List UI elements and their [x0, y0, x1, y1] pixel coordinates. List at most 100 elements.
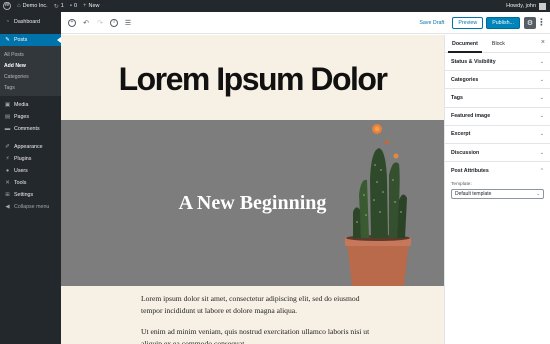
submenu-item-add-new[interactable]: Add New	[0, 60, 61, 71]
sidebar-item-label: Pages	[14, 114, 30, 120]
sidebar-item-label: Plugins	[14, 156, 32, 162]
sidebar-item-label: Tools	[14, 180, 27, 186]
panel-tags[interactable]: Tags ⌄	[445, 89, 550, 108]
sidebar-item-tools[interactable]: ✕ Tools	[0, 177, 61, 189]
pin-icon: ✎	[5, 37, 10, 43]
wordpress-icon	[3, 2, 11, 10]
template-select[interactable]: Default template ⌄	[451, 189, 544, 200]
media-icon: ▣	[4, 102, 11, 108]
collapse-label: Collapse menu	[14, 204, 50, 210]
panel-status-visibility[interactable]: Status & Visibility ⌄	[445, 53, 550, 72]
new-content-link[interactable]: + New	[80, 0, 103, 12]
plugin-icon: ⚡	[5, 156, 10, 162]
sidebar-item-label: Comments	[14, 126, 40, 132]
panel-excerpt[interactable]: Excerpt ⌄	[445, 126, 550, 144]
comments-count: 0	[73, 3, 77, 9]
sidebar-item-label: Media	[14, 102, 29, 108]
editor-toolbar: + ↶ ↷ i ☰ Save Draft Preview Publish... …	[61, 12, 550, 34]
template-value: Default template	[455, 191, 492, 198]
undo-icon: ↶	[83, 19, 89, 27]
section-title: Status & Visibility	[451, 58, 496, 65]
wp-logo-menu[interactable]	[0, 0, 14, 12]
tab-document[interactable]: Document	[445, 35, 485, 53]
sidebar-item-comments[interactable]: ▬ Comments	[0, 123, 61, 135]
chevron-down-icon: ⌄	[539, 131, 544, 138]
chevron-down-icon: ⌄	[539, 94, 544, 101]
panel-categories[interactable]: Categories ⌄	[445, 71, 550, 90]
add-block-button[interactable]: +	[67, 18, 77, 28]
list-icon: ☰	[124, 19, 132, 27]
gear-icon: ⚙	[526, 19, 534, 27]
section-title: Featured image	[451, 113, 491, 120]
users-icon: ●	[5, 168, 10, 174]
publish-button[interactable]: Publish...	[486, 16, 520, 29]
collapse-menu-button[interactable]: ◀ Collapse menu	[0, 201, 61, 213]
info-icon: i	[110, 18, 118, 27]
updates-link[interactable]: ↻ 1	[51, 0, 67, 12]
submenu-item-categories[interactable]: Categories	[0, 71, 61, 82]
block-navigation-button[interactable]: ☰	[123, 18, 133, 28]
pages-icon: ▤	[4, 114, 11, 120]
sidebar-item-users[interactable]: ● Users	[0, 165, 61, 177]
sidebar-item-label: Appearance	[14, 144, 43, 150]
sidebar-item-appearance[interactable]: ✐ Appearance	[0, 141, 61, 153]
sidebar-item-settings[interactable]: ⊞ Settings	[0, 189, 61, 201]
comments-icon: ▬	[4, 126, 11, 132]
dashboard-icon: ◔	[5, 19, 10, 25]
comments-link[interactable]: ▪ 0	[67, 0, 80, 12]
updates-icon: ↻	[53, 3, 59, 10]
settings-toggle-button[interactable]: ⚙	[524, 16, 536, 29]
submenu-item-tags[interactable]: Tags	[0, 82, 61, 93]
sidebar-item-label: Users	[14, 168, 28, 174]
redo-button[interactable]: ↷	[95, 18, 105, 28]
sidebar-item-dashboard[interactable]: ◔ Dashboard	[0, 16, 61, 28]
content-info-button[interactable]: i	[109, 18, 119, 28]
paragraph-block[interactable]: Lorem ipsum dolor sit amet, consectetur …	[141, 293, 371, 317]
tab-block[interactable]: Block	[485, 35, 512, 52]
panel-discussion[interactable]: Discussion ⌄	[445, 144, 550, 163]
greeting: Howdy, john	[506, 3, 536, 9]
sidebar-item-label: Dashboard	[14, 19, 40, 25]
cover-title[interactable]: A New Beginning	[61, 192, 444, 215]
paintbrush-icon: ✐	[5, 144, 10, 150]
plus-icon: +	[83, 3, 87, 9]
submenu-item-all-posts[interactable]: All Posts	[0, 49, 61, 60]
undo-button[interactable]: ↶	[81, 18, 91, 28]
avatar	[539, 2, 546, 10]
preview-button[interactable]: Preview	[452, 16, 484, 29]
content-area: Lorem ipsum dolor sit amet, consectetur …	[61, 286, 444, 344]
sidebar-item-label: Posts	[14, 37, 28, 43]
admin-sidebar: ◔ Dashboard ✎ Posts All Posts Add New Cate…	[0, 12, 61, 344]
account-menu[interactable]: Howdy, john	[503, 0, 550, 12]
sidebar-item-posts[interactable]: ✎ Posts	[0, 34, 61, 46]
post-title[interactable]: Lorem Ipsum Dolor	[119, 57, 388, 98]
chevron-down-icon: ⌄	[539, 149, 544, 156]
vertical-ellipsis-icon: ⋮	[537, 17, 546, 27]
close-icon[interactable]: ×	[541, 39, 545, 46]
post-attributes-body: Template: Default template ⌄	[445, 180, 550, 200]
more-tools-button[interactable]: ⋮	[537, 17, 546, 29]
editor-canvas: Lorem Ipsum Dolor A New Beginning Lorem …	[61, 35, 444, 344]
chevron-up-icon: ⌃	[539, 168, 544, 175]
panel-post-attributes[interactable]: Post Attributes ⌃	[445, 162, 550, 180]
admin-bar: ⌂Demo Inc. ↻1 ▪0 +New Howdy, john	[0, 0, 550, 12]
site-name-link[interactable]: ⌂ Demo Inc.	[14, 0, 51, 12]
section-title: Post Attributes	[451, 168, 489, 175]
paragraph-block[interactable]: Ut enim ad minim veniam, quis nostrud ex…	[141, 326, 371, 344]
sidebar-item-label: Settings	[14, 192, 34, 198]
chevron-down-icon: ⌄	[536, 191, 540, 197]
save-draft-button[interactable]: Save Draft	[419, 20, 444, 26]
comment-icon: ▪	[69, 3, 72, 9]
posts-submenu: All Posts Add New Categories Tags	[0, 46, 61, 96]
sidebar-item-media[interactable]: ▣ Media	[0, 99, 61, 111]
cover-block[interactable]: A New Beginning	[61, 120, 444, 286]
settings-sidebar: Document Block × Status & Visibility ⌄ Ca…	[444, 35, 550, 344]
sidebar-item-plugins[interactable]: ⚡ Plugins	[0, 153, 61, 165]
redo-icon: ↷	[97, 19, 103, 27]
settings-icon: ⊞	[5, 192, 10, 198]
collapse-icon: ◀	[5, 204, 10, 210]
wrench-icon: ✕	[5, 180, 10, 186]
panel-featured-image[interactable]: Featured image ⌄	[445, 108, 550, 126]
sidebar-item-pages[interactable]: ▤ Pages	[0, 111, 61, 123]
site-name: Demo Inc.	[22, 3, 48, 9]
